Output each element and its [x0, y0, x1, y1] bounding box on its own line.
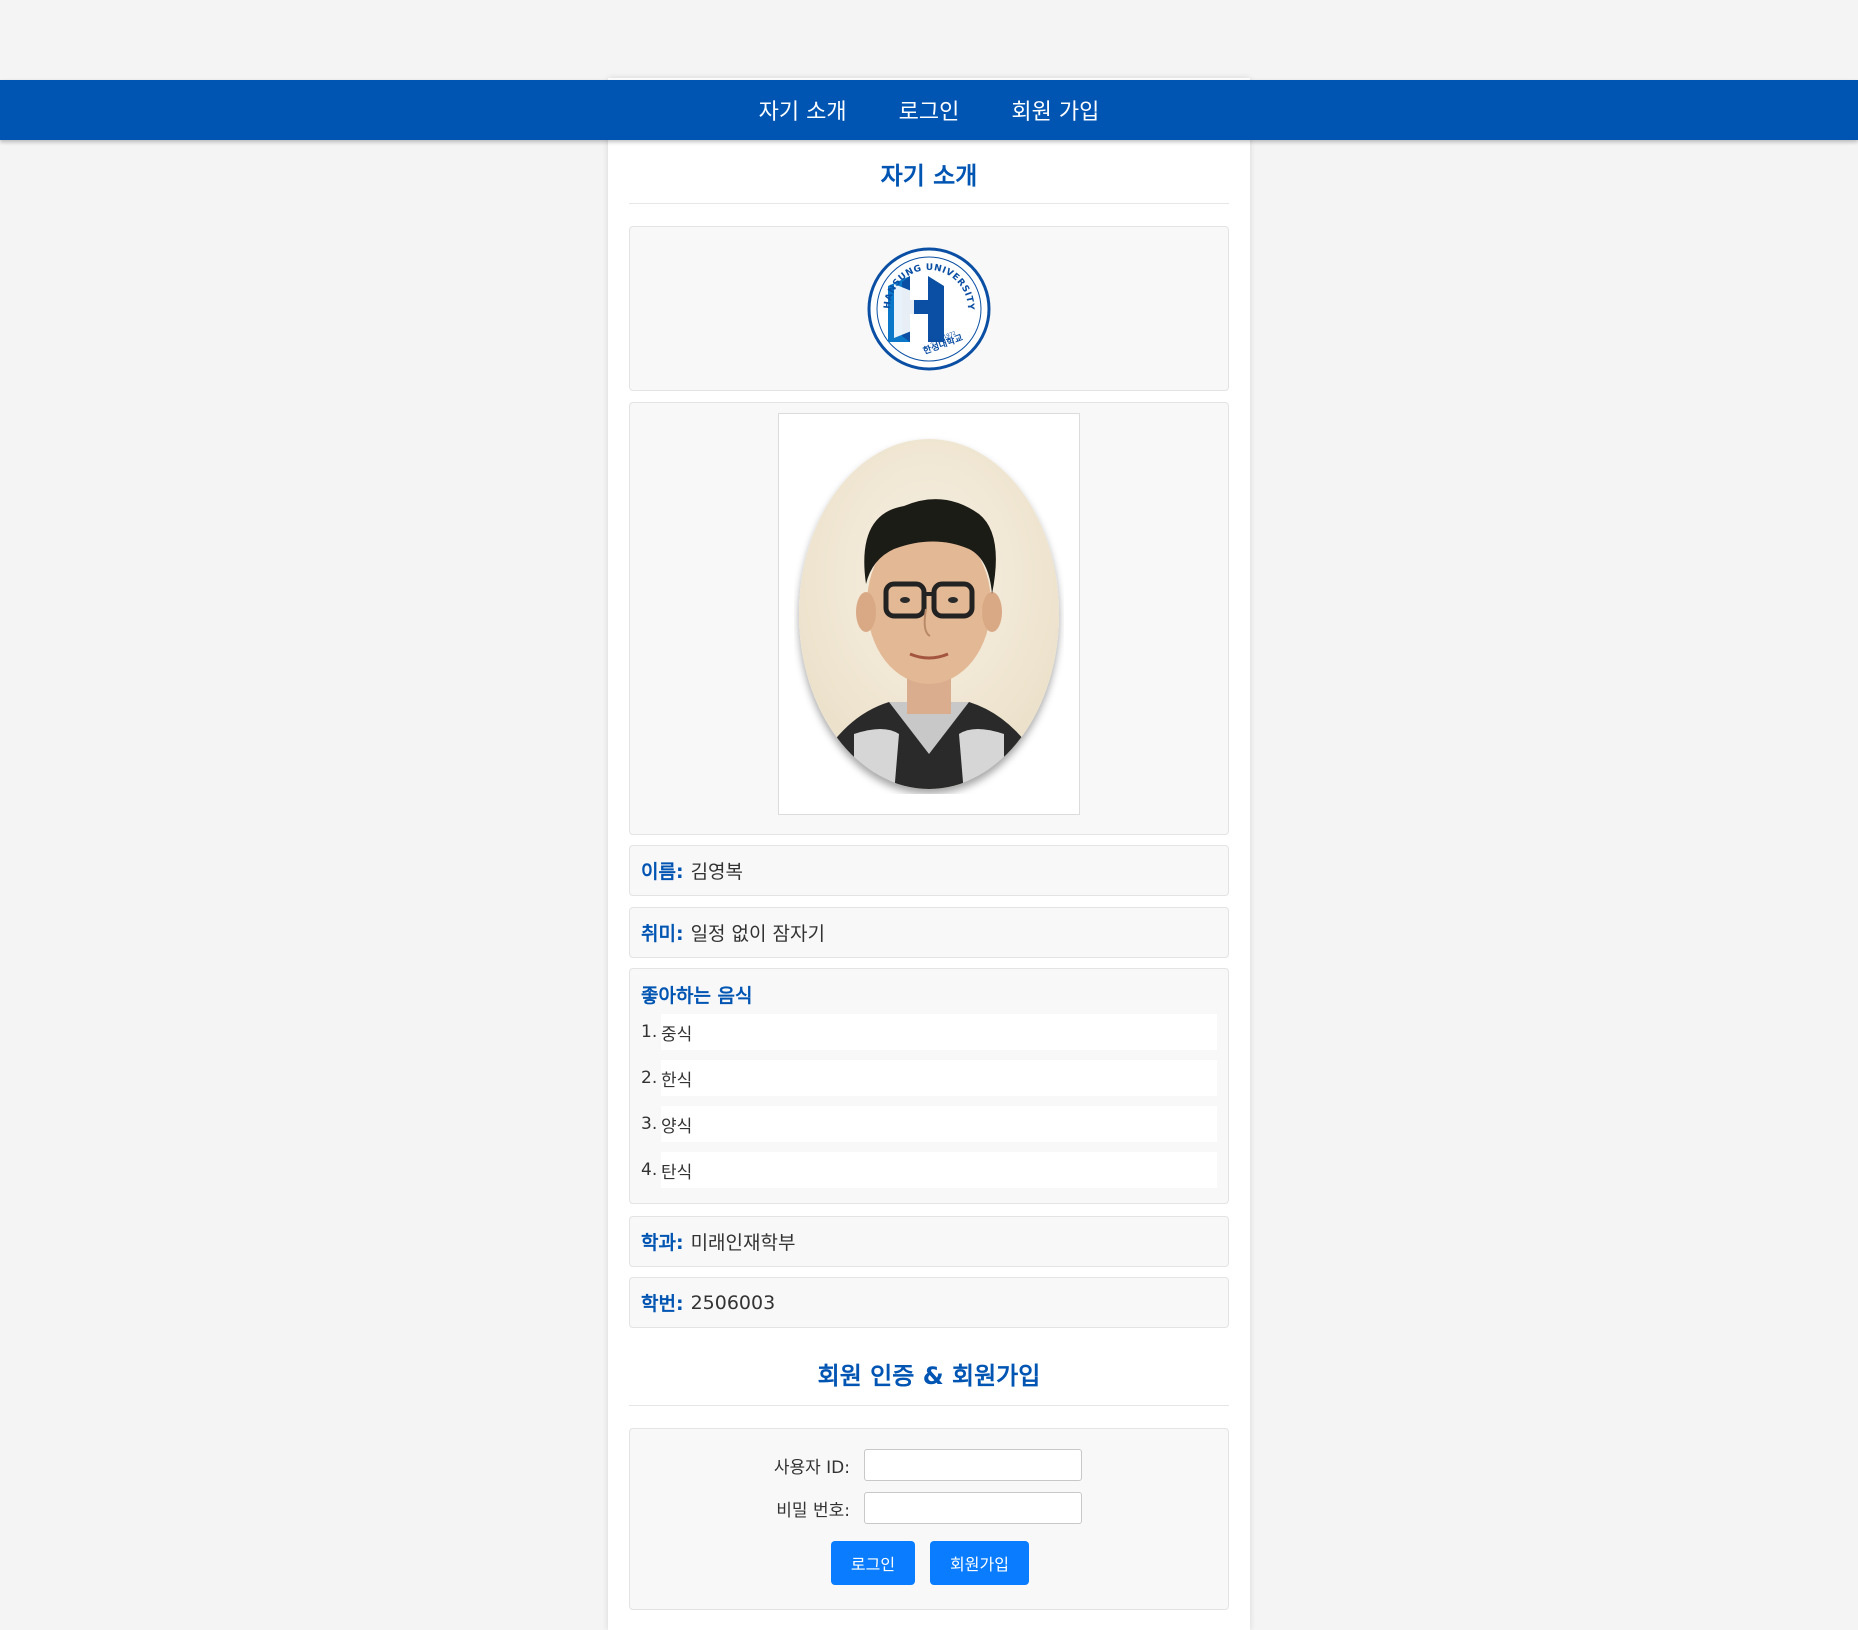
student-id-row: 학번: 2506003	[629, 1277, 1229, 1328]
list-item: 4. 탄식	[641, 1152, 1217, 1188]
nav-link-login[interactable]: 로그인	[893, 94, 966, 126]
student-id-value: 2506003	[690, 1291, 776, 1314]
auth-form-box: 사용자 ID: 비밀 번호: 로그인 회원가입	[629, 1428, 1229, 1610]
photo-box	[629, 402, 1229, 835]
list-item-text: 중식	[661, 1014, 1217, 1050]
hobby-label: 취미:	[641, 923, 684, 945]
nav-link-signup[interactable]: 회원 가입	[1005, 94, 1105, 126]
list-item-text: 탄식	[661, 1152, 1217, 1188]
favorite-food-box: 좋아하는 음식 1. 중식 2. 한식 3. 양식 4. 탄식	[629, 968, 1229, 1204]
list-item-number: 4.	[641, 1160, 658, 1180]
user-id-label: 사용자 ID:	[773, 1457, 850, 1478]
hobby-row: 취미: 일정 없이 잠자기	[629, 907, 1229, 958]
logo-box: HANSUNG UNIVERSITY 한성대학교 Since 1972	[629, 226, 1229, 391]
auth-button-row: 로그인 회원가입	[630, 1541, 1230, 1585]
password-row: 비밀 번호:	[630, 1492, 1230, 1524]
main-card: 자기 소개 HANSUNG UNIVERSITY 한성대학교 Since 197…	[608, 78, 1250, 1630]
top-nav-bar: 자기 소개 로그인 회원 가입	[0, 80, 1858, 140]
intro-title: 자기 소개	[880, 162, 978, 190]
intro-title-wrap: 자기 소개	[629, 148, 1229, 204]
password-input[interactable]	[864, 1492, 1082, 1524]
nav-link-intro[interactable]: 자기 소개	[753, 94, 853, 126]
auth-title: 회원 인증 & 회원가입	[817, 1362, 1041, 1390]
student-id-label: 학번:	[641, 1293, 684, 1315]
name-row: 이름: 김영복	[629, 845, 1229, 896]
profile-photo-frame	[778, 413, 1080, 815]
user-id-row: 사용자 ID:	[630, 1449, 1230, 1481]
name-label: 이름:	[641, 861, 684, 883]
password-label: 비밀 번호:	[776, 1500, 850, 1521]
hansung-university-logo: HANSUNG UNIVERSITY 한성대학교 Since 1972	[867, 247, 991, 370]
list-item-number: 2.	[641, 1068, 658, 1088]
name-value: 김영복	[690, 861, 744, 883]
department-value: 미래인재학부	[690, 1232, 796, 1254]
list-item: 3. 양식	[641, 1106, 1217, 1142]
list-item-number: 3.	[641, 1114, 658, 1134]
favorite-food-title: 좋아하는 음식	[641, 985, 753, 1007]
profile-photo	[799, 439, 1059, 789]
list-item: 2. 한식	[641, 1060, 1217, 1096]
hobby-value: 일정 없이 잠자기	[690, 923, 826, 945]
signup-button[interactable]: 회원가입	[930, 1541, 1029, 1585]
department-row: 학과: 미래인재학부	[629, 1216, 1229, 1267]
auth-title-wrap: 회원 인증 & 회원가입	[629, 1348, 1229, 1406]
department-label: 학과:	[641, 1232, 684, 1254]
list-item: 1. 중식	[641, 1014, 1217, 1050]
list-item-number: 1.	[641, 1022, 658, 1042]
favorite-food-list: 1. 중식 2. 한식 3. 양식 4. 탄식	[641, 1014, 1217, 1188]
login-button[interactable]: 로그인	[831, 1541, 915, 1585]
list-item-text: 양식	[661, 1106, 1217, 1142]
list-item-text: 한식	[661, 1060, 1217, 1096]
user-id-input[interactable]	[864, 1449, 1082, 1481]
